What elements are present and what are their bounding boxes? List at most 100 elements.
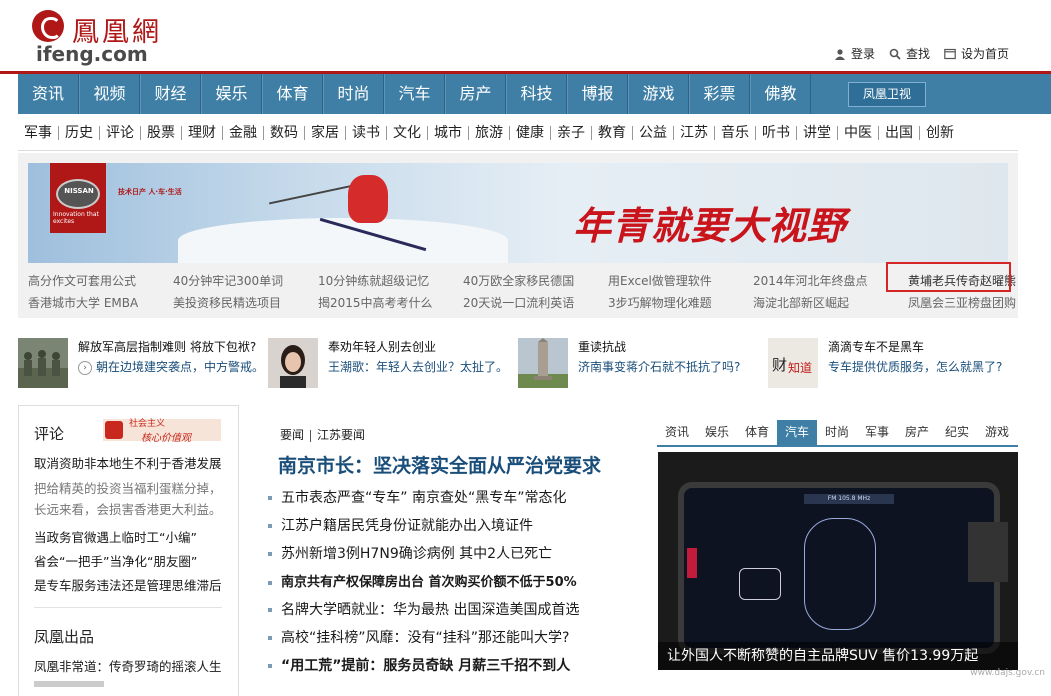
- nav-item[interactable]: 彩票: [689, 74, 750, 114]
- bullet-icon: [268, 608, 272, 612]
- car-dashboard-image[interactable]: FM 105.8 MHz: [658, 452, 1018, 670]
- subnav-item[interactable]: 健康: [510, 126, 551, 140]
- image-caption[interactable]: 让外国人不断称赞的自主品牌SUV 售价13.99万起: [658, 642, 1018, 670]
- subnav-item[interactable]: 文化: [387, 126, 428, 140]
- strip-item[interactable]: 财知道 滴滴专车不是黑车 专车提供优质服务，怎么就黑了?: [768, 338, 1018, 390]
- nav-item[interactable]: 汽车: [384, 74, 445, 114]
- nav-item[interactable]: 视频: [79, 74, 140, 114]
- login-link[interactable]: 登录: [834, 45, 875, 62]
- subnav-item[interactable]: 出国: [879, 126, 920, 140]
- nissan-banner-ad[interactable]: NISSAN Innovation that excites 技术日产 人·车·…: [28, 163, 1008, 263]
- news-item[interactable]: 高校“挂科榜”风靡：没有“挂科”那还能叫大学?: [268, 627, 569, 647]
- commentary-link[interactable]: 省会“一把手”当净化“朋友圈”: [34, 551, 197, 570]
- subnav-item[interactable]: 公益: [633, 126, 674, 140]
- news-item[interactable]: “用工荒”提前：服务员奇缺 月薪三千招不到人: [268, 655, 570, 675]
- nav-item[interactable]: 房产: [445, 74, 506, 114]
- news-item[interactable]: 江苏户籍居民凭身份证就能办出入境证件: [268, 515, 533, 535]
- tab-jiangsu-news[interactable]: 江苏要闻: [317, 428, 365, 442]
- subnav-item[interactable]: 江苏: [674, 126, 715, 140]
- productions-thumbnail[interactable]: [34, 681, 104, 687]
- subnav-item[interactable]: 股票: [141, 126, 182, 140]
- ad-link[interactable]: 40分钟牢记300单词: [173, 272, 318, 289]
- subnav-item[interactable]: 亲子: [551, 126, 592, 140]
- ad-link[interactable]: 40万欧全家移民德国: [463, 272, 608, 289]
- nav-item[interactable]: 科技: [506, 74, 567, 114]
- ad-link[interactable]: 高分作文可套用公式: [28, 272, 173, 289]
- subnav-item[interactable]: 音乐: [715, 126, 756, 140]
- news-item[interactable]: 五市表态严查“专车” 南京查处“黑专车”常态化: [268, 487, 566, 507]
- nav-item[interactable]: 游戏: [628, 74, 689, 114]
- ad-link[interactable]: 3步巧解物理化难题: [608, 294, 753, 311]
- set-homepage-label: 设为首页: [960, 47, 1009, 61]
- nav-item[interactable]: 时尚: [323, 74, 384, 114]
- set-homepage-link[interactable]: 设为首页: [944, 45, 1009, 62]
- tab-top-news[interactable]: 要闻: [280, 428, 304, 442]
- strip-item[interactable]: 解放军高层指制难则 将放下包袱? › 朝在边境建突袭点，中方警戒。: [18, 338, 264, 390]
- tab-documentary[interactable]: 纪实: [937, 420, 977, 445]
- subnav-item[interactable]: 评论: [100, 126, 141, 140]
- ifeng-productions-title[interactable]: 凤凰出品: [34, 626, 94, 647]
- subnav-item[interactable]: 历史: [59, 126, 100, 140]
- subnav-item[interactable]: 读书: [346, 126, 387, 140]
- subnav-item[interactable]: 讲堂: [797, 126, 838, 140]
- commentary-link[interactable]: 当政务官微遇上临时工“小编”: [34, 527, 197, 546]
- subnav-item[interactable]: 听书: [756, 126, 797, 140]
- commentary-link[interactable]: 是专车服务违法还是管理思维滞后: [34, 575, 222, 594]
- ifeng-logo[interactable]: 鳳凰網 ifeng.com: [30, 8, 190, 66]
- commentary-link[interactable]: 取消资助非本地生不利于香港发展: [34, 453, 222, 472]
- subnav-item[interactable]: 金融: [223, 126, 264, 140]
- subnav-item[interactable]: 理财: [182, 126, 223, 140]
- nav-item[interactable]: 娱乐: [201, 74, 262, 114]
- tab-news[interactable]: 资讯: [657, 420, 697, 445]
- news-item[interactable]: 苏州新增3例H7N9确诊病例 其中2人已死亡: [268, 543, 552, 563]
- tab-fashion[interactable]: 时尚: [817, 420, 857, 445]
- sub-nav: 军事 历史 评论 股票 理财 金融 数码 家居 读书 文化 城市 旅游 健康 亲…: [18, 118, 1051, 148]
- core-values-badge[interactable]: 社会主义 核心价值观: [103, 419, 221, 444]
- strip-item[interactable]: 重读抗战 济南事变蒋介石就不抵抗了吗?: [518, 338, 758, 390]
- subnav-item[interactable]: 教育: [592, 126, 633, 140]
- ad-link[interactable]: 10分钟练就超级记忆: [318, 272, 463, 289]
- tab-auto[interactable]: 汽车: [777, 420, 817, 445]
- headline-link[interactable]: 南京市长：坚决落实全面从严治党要求: [278, 451, 601, 478]
- subnav-item[interactable]: 家居: [305, 126, 346, 140]
- nav-item[interactable]: 体育: [262, 74, 323, 114]
- banner-small-slogan: 技术日产 人·车·生活: [118, 188, 182, 196]
- ad-link[interactable]: 20天说一口流利英语: [463, 294, 608, 311]
- logo-english: ifeng.com: [36, 42, 148, 66]
- nav-item[interactable]: 资讯: [18, 74, 79, 114]
- left-divider: [34, 607, 222, 608]
- phoenix-tv-button[interactable]: 凤凰卫视: [848, 82, 926, 107]
- side-panel: [968, 522, 1008, 582]
- subnav-item[interactable]: 城市: [428, 126, 469, 140]
- nav-item[interactable]: 佛教: [750, 74, 811, 114]
- search-link[interactable]: 查找: [889, 45, 930, 62]
- commentary-title[interactable]: 评论: [34, 423, 64, 444]
- phoenix-logo-icon: [32, 10, 64, 42]
- tab-military[interactable]: 军事: [857, 420, 897, 445]
- ad-link[interactable]: 揭2015中高考考什么: [318, 294, 463, 311]
- ad-link[interactable]: 用Excel做管理软件: [608, 272, 753, 289]
- nav-item[interactable]: 博报: [567, 74, 628, 114]
- strip-item[interactable]: 奉劝年轻人别去创业 王潮歌：年轻人去创业？太扯了。: [268, 338, 508, 390]
- tab-sports[interactable]: 体育: [737, 420, 777, 445]
- infotainment-screen: FM 105.8 MHz: [678, 482, 1000, 654]
- tab-realestate[interactable]: 房产: [897, 420, 937, 445]
- tab-games[interactable]: 游戏: [977, 420, 1017, 445]
- ad-link[interactable]: 美投资移民精选项目: [173, 294, 318, 311]
- subnav-item[interactable]: 中医: [838, 126, 879, 140]
- news-item[interactable]: 名牌大学晒就业：华为最热 出国深造美国成首选: [268, 599, 579, 619]
- strip-title: 奉劝年轻人别去创业: [328, 340, 437, 354]
- tab-entertainment[interactable]: 娱乐: [697, 420, 737, 445]
- nav-item[interactable]: 财经: [140, 74, 201, 114]
- news-item[interactable]: 南京共有产权保障房出台 首次购买价额不低于50%: [268, 571, 577, 590]
- subnav-item[interactable]: 数码: [264, 126, 305, 140]
- subnav-item[interactable]: 创新: [920, 126, 960, 140]
- ad-link[interactable]: 凤凰会三亚榜盘团购: [898, 294, 1028, 311]
- subnav-item[interactable]: 旅游: [469, 126, 510, 140]
- subnav-item[interactable]: 军事: [18, 126, 59, 140]
- ad-link[interactable]: 海淀北部新区崛起: [753, 294, 898, 311]
- ad-link[interactable]: 香港城市大学 EMBA: [28, 294, 173, 311]
- productions-link[interactable]: 凤凰非常道：传奇罗琦的摇滚人生: [34, 656, 222, 675]
- badge-text-2: 核心价值观: [141, 433, 191, 444]
- ad-link[interactable]: 2014年河北年终盘点: [753, 272, 898, 289]
